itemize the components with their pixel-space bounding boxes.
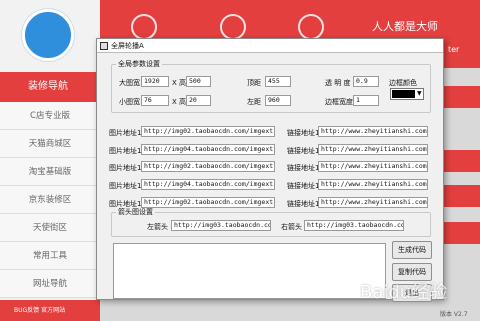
left-offset-label: 左距 [247,98,261,106]
image-url-input-3[interactable]: http://img02.taobaocdn.com/imgextra/i2/1… [141,161,275,172]
window-icon [100,42,108,50]
big-height-input[interactable]: 500 [186,76,211,87]
nav-decorate[interactable]: 装修导航 [0,72,100,102]
chevron-down-icon[interactable]: ▼ [417,89,423,99]
side-red-button-3[interactable] [440,185,480,207]
image-url-input-2[interactable]: http://img04.taobaocdn.com/imgextra/i4/1… [141,144,275,155]
arrow-settings-legend: 箭头图设置 [118,208,153,216]
store-icon[interactable] [220,14,246,40]
link-url-input-2[interactable]: http://www.zheyitianshi.com/ [318,144,428,155]
nav-item-jd[interactable]: 京东装修区 [0,186,100,214]
small-height-label: X 高 [172,98,187,106]
big-height-label: X 高 [172,79,187,87]
top-offset-input[interactable]: 455 [265,76,291,87]
watermark: Baidu经验 [360,282,448,303]
image-url-input-4[interactable]: http://img04.taobaocdn.com/imgextra/i4/1… [141,179,275,190]
generate-code-button[interactable]: 生成代码 [392,241,432,259]
side-red-button-2[interactable] [440,150,480,172]
code-output-textarea[interactable] [113,243,386,299]
logo-icon [22,9,74,61]
left-offset-input[interactable]: 960 [265,95,291,106]
brand-slogan: 人人都是大师 [372,20,438,33]
nav-item-tools[interactable]: 常用工具 [0,242,100,270]
right-arrow-label: 右箭头 [281,223,302,231]
left-arrow-label: 左箭头 [147,223,168,231]
small-width-input[interactable]: 76 [141,95,169,106]
link-url-label-1: 链接地址1 [287,129,320,137]
big-width-label: 大图宽 [119,79,140,87]
right-arrow-input[interactable]: http://img03.taobaocdn.com/img [304,220,404,231]
nav-item-taobao[interactable]: 淘宝基础版 [0,158,100,186]
nav-item-tmall[interactable]: 天猫商城区 [0,130,100,158]
right-text: ter [448,45,460,54]
top-offset-label: 顶距 [247,79,261,87]
nav-item-c-shop[interactable]: C店专业版 [0,102,100,130]
border-width-label: 边框宽度 [325,98,353,106]
small-height-input[interactable]: 20 [186,95,211,106]
alpha-label: 透 明 度 [325,79,351,87]
footer-links[interactable]: BUG反馈 官方网站 [0,300,100,321]
border-width-input[interactable]: 1 [353,95,379,106]
image-url-label-4: 图片地址1 [109,182,142,190]
heart-icon[interactable] [298,14,324,40]
image-url-label-3: 图片地址1 [109,164,142,172]
link-url-input-4[interactable]: http://www.zheyitianshi.com/ [318,179,428,190]
image-url-input-1[interactable]: http://img02.taobaocdn.com/imgextra/i2/1… [141,126,275,137]
alpha-input[interactable]: 0.9 [353,76,379,87]
color-swatch [392,90,415,98]
link-url-label-4: 链接地址1 [287,182,320,190]
image-url-label-2: 图片地址1 [109,147,142,155]
app-window: 人人都是大师 ter 装修导航 C店专业版 天猫商城区 淘宝基础版 京东装修区 … [0,0,480,321]
check-icon[interactable] [131,14,157,40]
image-url-label-1: 图片地址1 [109,129,142,137]
side-red-button-4[interactable] [440,222,480,244]
side-red-button-1[interactable] [440,86,480,108]
link-url-input-3[interactable]: http://www.zheyitianshi.com/ [318,161,428,172]
dialog-title: 全屏轮播A [97,39,443,53]
nav-item-angel[interactable]: 天使街区 [0,214,100,242]
border-color-select[interactable]: ▼ [390,88,424,100]
link-url-label-2: 链接地址1 [287,147,320,155]
big-width-input[interactable]: 1920 [141,76,169,87]
small-width-label: 小图宽 [119,98,140,106]
left-arrow-input[interactable]: http://img03.taobaocdn.com/img [171,220,271,231]
link-url-input-1[interactable]: http://www.zheyitianshi.com/ [318,126,428,137]
link-url-label-3: 链接地址1 [287,164,320,172]
carousel-dialog: 全屏轮播A 全局参数设置 大图宽 1920 X 高 500 顶距 455 透 明… [96,38,444,302]
nav-item-links[interactable]: 网址导航 [0,270,100,298]
border-color-label: 边框颜色 [389,79,417,87]
version-label: 版本 V2.7 [440,311,468,318]
global-settings-legend: 全局参数设置 [118,60,160,68]
